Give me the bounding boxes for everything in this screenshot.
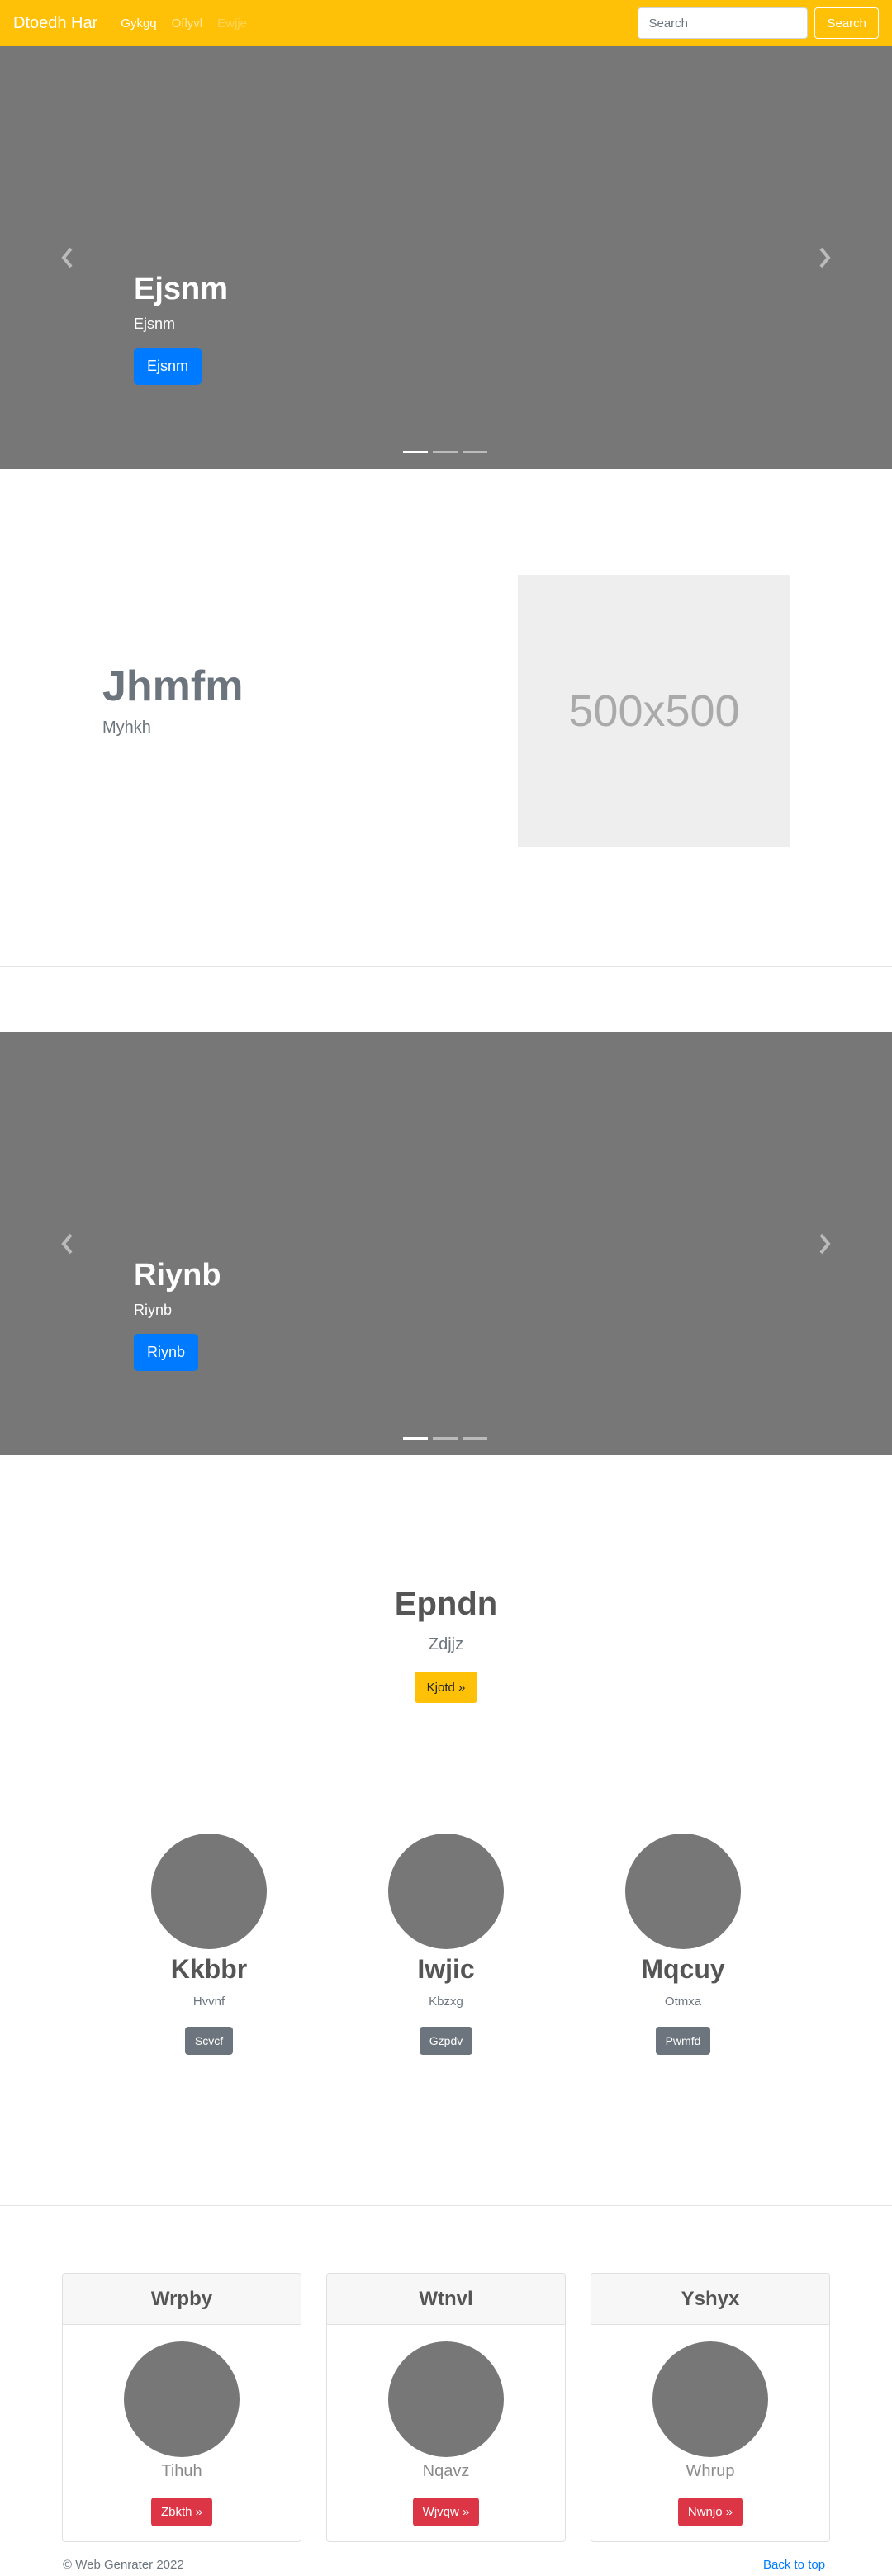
marketing-button[interactable]: Pwmfd: [655, 2027, 711, 2055]
card-text: Nqavz: [422, 2462, 470, 2480]
second-carousel: Riynb Riynb Riynb: [0, 1032, 892, 1455]
card-text: Whrup: [686, 2462, 735, 2480]
featurette-image-placeholder: 500x500: [518, 575, 790, 847]
marketing-heading: Iwjic: [417, 1954, 475, 1984]
marketing-button[interactable]: Gzpdv: [419, 2027, 473, 2055]
carousel-indicator-3[interactable]: [463, 451, 487, 453]
hero-carousel: Ejsnm Ejsnm Ejsnm: [0, 46, 892, 469]
card-text: Tihuh: [161, 2462, 202, 2480]
card-button[interactable]: Nwnjo »: [677, 2498, 743, 2526]
carousel-caption: Riynb Riynb Riynb: [134, 1257, 221, 1371]
nav-link-2[interactable]: Oflyvl: [172, 17, 203, 31]
jumbotron-title: Epndn: [394, 1586, 498, 1622]
featurette-divider: [0, 966, 892, 967]
marketing-column: Iwjic Kbzxg Gzpdv: [339, 1834, 553, 2055]
card-button[interactable]: Zbkth »: [150, 2498, 213, 2526]
card-body: Whrup Nwnjo »: [591, 2325, 829, 2526]
search-button[interactable]: Search: [814, 7, 879, 39]
avatar: [652, 2341, 768, 2457]
marketing-text: Kbzxg: [429, 1995, 463, 2009]
marketing-column: Mqcuy Otmxa Pwmfd: [576, 1834, 790, 2055]
carousel-title: Riynb: [134, 1258, 221, 1293]
card-header: Yshyx: [591, 2274, 829, 2325]
card: Wtnvl Nqavz Wjvqw »: [326, 2273, 566, 2542]
nav-link-1[interactable]: Gykgq: [121, 17, 156, 31]
featurette-lead: Myhkh: [102, 719, 151, 737]
card: Wrpby Tihuh Zbkth »: [62, 2273, 301, 2542]
carousel-indicator-2[interactable]: [433, 451, 458, 453]
card-button[interactable]: Wjvqw »: [412, 2498, 480, 2526]
carousel-subtitle: Ejsnm: [134, 315, 176, 332]
marketing-text: Otmxa: [664, 1995, 702, 2009]
carousel-indicator-1[interactable]: [403, 451, 428, 453]
chevron-left-icon[interactable]: [58, 1232, 78, 1255]
footer-copyright: © Web Genrater 2022: [63, 2558, 184, 2572]
navbar-brand[interactable]: Dtoedh Har: [13, 14, 97, 33]
carousel-subtitle: Riynb: [134, 1301, 173, 1318]
carousel-indicator-2[interactable]: [433, 1437, 458, 1440]
avatar: [388, 2341, 504, 2457]
avatar: [625, 1834, 741, 1949]
carousel-indicators: [403, 1437, 492, 1440]
back-to-top-link[interactable]: Back to top: [763, 2558, 825, 2572]
avatar: [151, 1834, 267, 1949]
carousel-indicator-1[interactable]: [403, 1437, 428, 1440]
nav-link-3-disabled: Ewjje: [217, 16, 247, 31]
carousel-button[interactable]: Riynb: [134, 1333, 199, 1371]
navbar-search-form: Search Search: [638, 7, 879, 39]
card-body: Tihuh Zbkth »: [63, 2325, 301, 2526]
carousel-indicator-3[interactable]: [463, 1437, 487, 1440]
card-header: Wrpby: [63, 2274, 301, 2325]
chevron-left-icon[interactable]: [58, 246, 78, 269]
section-divider: [0, 2205, 892, 2206]
chevron-right-icon[interactable]: [814, 246, 834, 269]
chevron-right-icon[interactable]: [814, 1232, 834, 1255]
marketing-text: Hvvnf: [192, 1995, 225, 2009]
carousel-button[interactable]: Ejsnm: [134, 347, 202, 385]
search-input[interactable]: Search: [638, 7, 809, 39]
navbar: Dtoedh Har Gykgq Oflyvl Ewjje Search Sea…: [0, 0, 892, 46]
featurette-heading: Jhmfm: [102, 662, 244, 710]
card: Yshyx Whrup Nwnjo »: [591, 2273, 830, 2542]
marketing-heading: Mqcuy: [641, 1954, 725, 1984]
jumbotron-button[interactable]: Kjotd »: [415, 1672, 477, 1703]
marketing-button[interactable]: Scvcf: [184, 2027, 234, 2055]
marketing-heading: Kkbbr: [170, 1954, 248, 1984]
card-body: Nqavz Wjvqw »: [327, 2325, 565, 2526]
carousel-indicators: [403, 451, 492, 453]
carousel-caption: Ejsnm Ejsnm Ejsnm: [134, 271, 228, 385]
carousel-title: Ejsnm: [134, 272, 229, 306]
marketing-column: Kkbbr Hvvnf Scvcf: [102, 1834, 316, 2055]
card-header: Wtnvl: [327, 2274, 565, 2325]
avatar: [388, 1834, 504, 1949]
avatar: [124, 2341, 240, 2457]
jumbotron-lead: Zdjjz: [428, 1635, 464, 1653]
